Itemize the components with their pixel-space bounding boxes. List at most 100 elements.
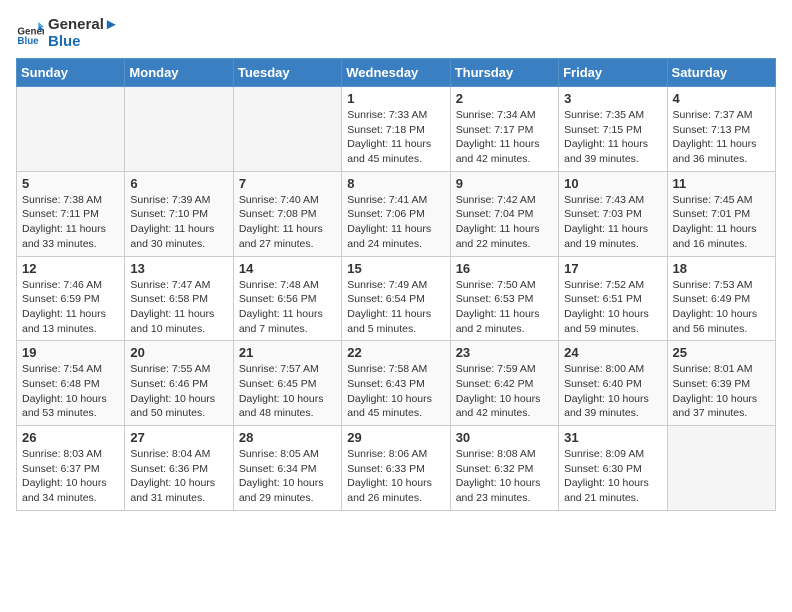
day-number: 30 [456,430,553,445]
day-number: 5 [22,176,119,191]
day-number: 20 [130,345,227,360]
day-info: Sunrise: 7:50 AMSunset: 6:53 PMDaylight:… [456,278,553,337]
calendar-cell [17,87,125,172]
day-info: Sunrise: 7:53 AMSunset: 6:49 PMDaylight:… [673,278,770,337]
calendar-cell: 30 Sunrise: 8:08 AMSunset: 6:32 PMDayligh… [450,426,558,511]
calendar-cell: 11 Sunrise: 7:45 AMSunset: 7:01 PMDayligh… [667,171,775,256]
calendar-week-5: 26 Sunrise: 8:03 AMSunset: 6:37 PMDayligh… [17,426,776,511]
calendar-week-3: 12 Sunrise: 7:46 AMSunset: 6:59 PMDayligh… [17,256,776,341]
calendar-cell: 1 Sunrise: 7:33 AMSunset: 7:18 PMDaylight… [342,87,450,172]
day-info: Sunrise: 7:45 AMSunset: 7:01 PMDaylight:… [673,193,770,252]
calendar-cell: 10Sunrise: 7:43 AMSunset: 7:03 PMDayligh… [559,171,667,256]
day-info: Sunrise: 8:04 AMSunset: 6:36 PMDaylight:… [130,447,227,506]
day-number: 21 [239,345,336,360]
calendar-cell: 22 Sunrise: 7:58 AMSunset: 6:43 PMDayligh… [342,341,450,426]
calendar-week-1: 1 Sunrise: 7:33 AMSunset: 7:18 PMDaylight… [17,87,776,172]
logo-line1: General► [48,16,119,33]
day-number: 1 [347,91,444,106]
day-number: 29 [347,430,444,445]
calendar-cell: 7Sunrise: 7:40 AMSunset: 7:08 PMDaylight… [233,171,341,256]
logo: General Blue General► Blue [16,16,119,50]
calendar-cell: 20Sunrise: 7:55 AMSunset: 6:46 PMDayligh… [125,341,233,426]
day-number: 8 [347,176,444,191]
weekday-header-thursday: Thursday [450,59,558,87]
day-info: Sunrise: 7:41 AMSunset: 7:06 PMDaylight:… [347,193,444,252]
day-info: Sunrise: 7:52 AMSunset: 6:51 PMDaylight:… [564,278,661,337]
day-info: Sunrise: 7:48 AMSunset: 6:56 PMDaylight:… [239,278,336,337]
day-info: Sunrise: 8:00 AMSunset: 6:40 PMDaylight:… [564,362,661,421]
day-info: Sunrise: 7:33 AMSunset: 7:18 PMDaylight:… [347,108,444,167]
day-number: 9 [456,176,553,191]
day-number: 4 [673,91,770,106]
calendar-cell: 2 Sunrise: 7:34 AMSunset: 7:17 PMDaylight… [450,87,558,172]
calendar-cell: 27 Sunrise: 8:04 AMSunset: 6:36 PMDayligh… [125,426,233,511]
day-number: 15 [347,261,444,276]
day-info: Sunrise: 7:59 AMSunset: 6:42 PMDaylight:… [456,362,553,421]
day-number: 3 [564,91,661,106]
day-info: Sunrise: 8:09 AMSunset: 6:30 PMDaylight:… [564,447,661,506]
page-header: General Blue General► Blue [16,16,776,50]
calendar-cell: 5 Sunrise: 7:38 AMSunset: 7:11 PMDaylight… [17,171,125,256]
day-number: 16 [456,261,553,276]
calendar-header-row: SundayMondayTuesdayWednesdayThursdayFrid… [17,59,776,87]
day-number: 7 [239,176,336,191]
calendar-cell: 8 Sunrise: 7:41 AMSunset: 7:06 PMDaylight… [342,171,450,256]
calendar-cell: 19 Sunrise: 7:54 AMSunset: 6:48 PMDayligh… [17,341,125,426]
calendar-cell: 28Sunrise: 8:05 AMSunset: 6:34 PMDayligh… [233,426,341,511]
calendar-cell: 12 Sunrise: 7:46 AMSunset: 6:59 PMDayligh… [17,256,125,341]
calendar-cell [233,87,341,172]
calendar-cell: 13 Sunrise: 7:47 AMSunset: 6:58 PMDayligh… [125,256,233,341]
calendar-cell: 16 Sunrise: 7:50 AMSunset: 6:53 PMDayligh… [450,256,558,341]
calendar-cell: 23 Sunrise: 7:59 AMSunset: 6:42 PMDayligh… [450,341,558,426]
day-number: 28 [239,430,336,445]
calendar-cell: 17Sunrise: 7:52 AMSunset: 6:51 PMDayligh… [559,256,667,341]
day-number: 13 [130,261,227,276]
day-info: Sunrise: 7:58 AMSunset: 6:43 PMDaylight:… [347,362,444,421]
day-info: Sunrise: 8:06 AMSunset: 6:33 PMDaylight:… [347,447,444,506]
day-number: 31 [564,430,661,445]
day-number: 25 [673,345,770,360]
day-info: Sunrise: 7:38 AMSunset: 7:11 PMDaylight:… [22,193,119,252]
day-number: 18 [673,261,770,276]
logo-icon: General Blue [16,19,44,47]
day-number: 27 [130,430,227,445]
day-number: 11 [673,176,770,191]
calendar-table: SundayMondayTuesdayWednesdayThursdayFrid… [16,58,776,511]
day-info: Sunrise: 7:54 AMSunset: 6:48 PMDaylight:… [22,362,119,421]
day-info: Sunrise: 7:57 AMSunset: 6:45 PMDaylight:… [239,362,336,421]
weekday-header-monday: Monday [125,59,233,87]
day-info: Sunrise: 8:01 AMSunset: 6:39 PMDaylight:… [673,362,770,421]
calendar-cell: 15 Sunrise: 7:49 AMSunset: 6:54 PMDayligh… [342,256,450,341]
day-number: 19 [22,345,119,360]
calendar-cell: 29 Sunrise: 8:06 AMSunset: 6:33 PMDayligh… [342,426,450,511]
day-number: 12 [22,261,119,276]
logo-line2: Blue [48,33,119,50]
calendar-cell [667,426,775,511]
day-info: Sunrise: 7:39 AMSunset: 7:10 PMDaylight:… [130,193,227,252]
calendar-cell: 25 Sunrise: 8:01 AMSunset: 6:39 PMDayligh… [667,341,775,426]
svg-text:Blue: Blue [17,36,39,47]
day-number: 26 [22,430,119,445]
day-info: Sunrise: 7:49 AMSunset: 6:54 PMDaylight:… [347,278,444,337]
calendar-cell: 3Sunrise: 7:35 AMSunset: 7:15 PMDaylight… [559,87,667,172]
day-info: Sunrise: 8:03 AMSunset: 6:37 PMDaylight:… [22,447,119,506]
day-number: 24 [564,345,661,360]
weekday-header-friday: Friday [559,59,667,87]
calendar-cell: 21 Sunrise: 7:57 AMSunset: 6:45 PMDayligh… [233,341,341,426]
weekday-header-sunday: Sunday [17,59,125,87]
day-info: Sunrise: 7:43 AMSunset: 7:03 PMDaylight:… [564,193,661,252]
day-number: 2 [456,91,553,106]
day-info: Sunrise: 8:08 AMSunset: 6:32 PMDaylight:… [456,447,553,506]
day-number: 6 [130,176,227,191]
calendar-cell: 14 Sunrise: 7:48 AMSunset: 6:56 PMDayligh… [233,256,341,341]
weekday-header-saturday: Saturday [667,59,775,87]
calendar-week-4: 19 Sunrise: 7:54 AMSunset: 6:48 PMDayligh… [17,341,776,426]
day-info: Sunrise: 7:47 AMSunset: 6:58 PMDaylight:… [130,278,227,337]
day-number: 14 [239,261,336,276]
day-number: 22 [347,345,444,360]
day-number: 23 [456,345,553,360]
calendar-cell [125,87,233,172]
day-info: Sunrise: 7:34 AMSunset: 7:17 PMDaylight:… [456,108,553,167]
calendar-cell: 26 Sunrise: 8:03 AMSunset: 6:37 PMDayligh… [17,426,125,511]
day-info: Sunrise: 7:46 AMSunset: 6:59 PMDaylight:… [22,278,119,337]
